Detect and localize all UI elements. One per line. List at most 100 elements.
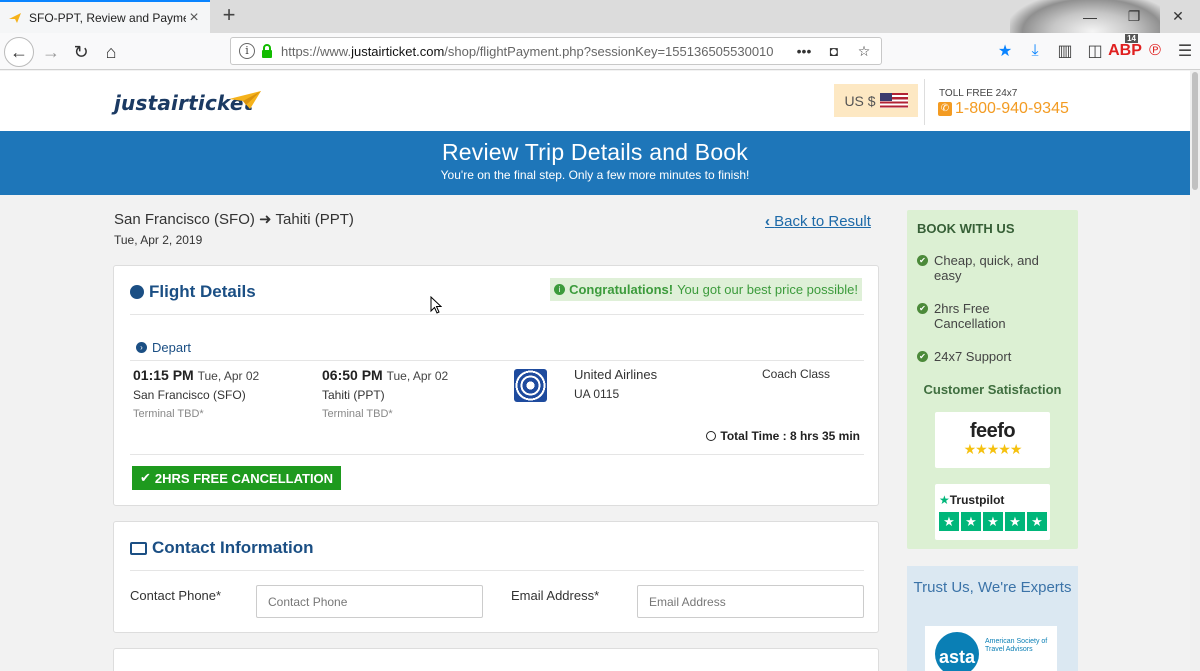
site-header: justairticket US $ TOLL FREE 24x7 ✆ 1-80… xyxy=(0,71,1190,131)
congrats-bold: Congratulations! xyxy=(569,282,674,297)
toll-free-label: TOLL FREE 24x7 xyxy=(939,88,1018,99)
us-flag-icon xyxy=(879,93,908,108)
free-cancellation-badge: ✔ 2HRS FREE CANCELLATION xyxy=(132,466,342,490)
flight-details-title: Flight Details xyxy=(130,282,256,302)
chevron-left-icon: ‹ xyxy=(765,213,770,230)
divider xyxy=(130,360,864,361)
star-icon: ★ xyxy=(939,512,959,531)
close-tab-icon[interactable]: × xyxy=(186,9,202,26)
page-actions-icon[interactable]: ••• xyxy=(795,43,813,59)
currency-label: US $ xyxy=(844,92,876,109)
close-window-icon[interactable]: ✕ xyxy=(1156,0,1200,33)
star-icon: ★ xyxy=(983,512,1003,531)
lock-icon xyxy=(262,44,272,58)
email-label: Email Address* xyxy=(511,588,600,603)
pinterest-icon[interactable]: ℗ xyxy=(1140,38,1170,64)
depart-label: Depart xyxy=(152,340,192,355)
browser-nav-bar: ← → ↻ ⌂ i https://www.justairticket.com/… xyxy=(0,33,1200,70)
bookmark-star-icon[interactable]: ☆ xyxy=(855,43,873,60)
congrats-text: You got our best price possible! xyxy=(677,282,858,297)
total-time-label: Total Time : 8 hrs 35 min xyxy=(720,429,860,443)
asta-mark: asta xyxy=(935,632,979,671)
forward-arrow-icon[interactable]: → xyxy=(36,37,66,67)
feefo-badge[interactable]: feefo ★★★★★ xyxy=(935,412,1050,468)
check-circle-icon: ✔ xyxy=(917,255,928,266)
trustpilot-badge[interactable]: ★Trustpilot ★ ★ ★ ★ ★ xyxy=(935,484,1050,540)
info-circle-icon: i xyxy=(554,284,566,295)
maximize-icon[interactable]: ❐ xyxy=(1112,0,1156,33)
banner-title: Review Trip Details and Book xyxy=(441,139,748,165)
reload-icon[interactable]: ↻ xyxy=(66,37,96,67)
departure-time-value: 01:15 PM xyxy=(133,367,194,383)
tab-title: SFO-PPT, Review and Payment xyxy=(29,10,186,25)
back-arrow-icon[interactable]: ← xyxy=(4,37,34,67)
free-cancel-label: 2HRS FREE CANCELLATION xyxy=(154,470,334,486)
contact-title: Contact Information xyxy=(130,538,314,558)
route-arrow-icon: ➜ xyxy=(259,211,272,228)
flight-details-label: Flight Details xyxy=(149,282,256,301)
url-domain: justairticket.com xyxy=(351,43,445,59)
star-icon: ★ xyxy=(961,512,981,531)
site-info-icon[interactable]: i xyxy=(239,43,255,59)
benefit-label: Cheap, quick, and easy xyxy=(934,253,1039,283)
asta-logo: asta American Society of Travel Advisors xyxy=(925,626,1057,671)
window-controls: — ❐ ✕ xyxy=(1068,0,1200,33)
logo-plane-icon xyxy=(229,91,261,109)
back-link-label: Back to Result xyxy=(774,213,871,230)
sidebar-icon[interactable]: ◫ xyxy=(1080,38,1110,64)
address-bar[interactable]: i https://www.justairticket.com/shop/fli… xyxy=(230,37,882,65)
currency-selector[interactable]: US $ xyxy=(834,84,918,117)
menu-icon[interactable]: ☰ xyxy=(1170,38,1200,64)
flight-number: UA 0115 xyxy=(574,387,620,401)
clock-icon xyxy=(706,431,717,441)
adblock-badge: 14 xyxy=(1125,34,1138,43)
divider xyxy=(130,314,864,315)
arrival-time: 06:50 PM Tue, Apr 02 xyxy=(322,367,448,383)
trustpilot-star-icon: ★ xyxy=(939,493,950,507)
phone-icon: ✆ xyxy=(938,102,952,116)
route-destination: Tahiti (PPT) xyxy=(275,211,354,228)
trustpilot-stars: ★ ★ ★ ★ ★ xyxy=(939,512,1047,531)
bookmarks-star-icon[interactable]: ★ xyxy=(990,38,1020,64)
star-icon: ★ xyxy=(1027,512,1047,531)
feefo-stars-icon: ★★★★★ xyxy=(963,441,1023,457)
trustpilot-logo: ★Trustpilot xyxy=(939,493,1004,507)
page-scrollbar[interactable] xyxy=(1190,70,1200,671)
phone-link[interactable]: ✆ 1-800-940-9345 xyxy=(938,100,1069,118)
library-icon[interactable]: ▥ xyxy=(1050,38,1080,64)
url-text[interactable]: https://www.justairticket.com/shop/fligh… xyxy=(281,44,783,59)
trust-experts-panel: Trust Us, We're Experts asta American So… xyxy=(907,566,1078,671)
contact-phone-input[interactable] xyxy=(256,585,483,618)
departure-time: 01:15 PM Tue, Apr 02 xyxy=(133,367,259,383)
home-icon[interactable]: ⌂ xyxy=(96,37,126,67)
download-icon[interactable]: ⤓ xyxy=(1020,38,1050,64)
trust-title: Trust Us, We're Experts xyxy=(913,579,1072,596)
benefit-item: ✔ 24x7 Support xyxy=(917,349,1011,364)
star-icon: ★ xyxy=(1005,512,1025,531)
adblock-icon[interactable]: ABP 14 xyxy=(1108,34,1142,64)
pocket-icon[interactable]: ◘ xyxy=(825,43,843,59)
review-banner: Review Trip Details and Book You're on t… xyxy=(0,131,1190,195)
back-to-result-link[interactable]: ‹ Back to Result xyxy=(765,213,871,230)
url-path: /shop/flightPayment.php?sessionKey=15513… xyxy=(444,43,774,59)
browser-tab-active[interactable]: SFO-PPT, Review and Payment × xyxy=(0,0,210,33)
browser-tab-bar: SFO-PPT, Review and Payment × + — ❐ ✕ xyxy=(0,0,1200,70)
book-with-us-panel: BOOK WITH US ✔ Cheap, quick, and easy ✔ … xyxy=(907,210,1078,549)
best-price-notice: i Congratulations! You got our best pric… xyxy=(550,278,862,301)
phone-number: 1-800-940-9345 xyxy=(955,100,1069,117)
trip-date: Tue, Apr 2, 2019 xyxy=(114,233,203,247)
email-input[interactable] xyxy=(637,585,864,618)
scrollbar-thumb[interactable] xyxy=(1192,72,1198,190)
check-icon: ✔ xyxy=(140,470,151,485)
trustpilot-label: Trustpilot xyxy=(949,493,1005,507)
contact-title-label: Contact Information xyxy=(152,538,314,557)
new-tab-button[interactable]: + xyxy=(217,4,241,28)
trip-route: San Francisco (SFO) ➜ Tahiti (PPT) xyxy=(114,210,354,228)
arrival-segment: 06:50 PM Tue, Apr 02 Tahiti (PPT) Termin… xyxy=(322,367,448,420)
cabin-class: Coach Class xyxy=(762,367,831,381)
depart-heading: › Depart xyxy=(136,340,191,355)
plane-favicon-icon xyxy=(9,12,21,23)
header-divider xyxy=(924,79,925,125)
contact-information-card: Contact Information Contact Phone* Email… xyxy=(113,521,879,633)
minimize-icon[interactable]: — xyxy=(1068,0,1112,33)
